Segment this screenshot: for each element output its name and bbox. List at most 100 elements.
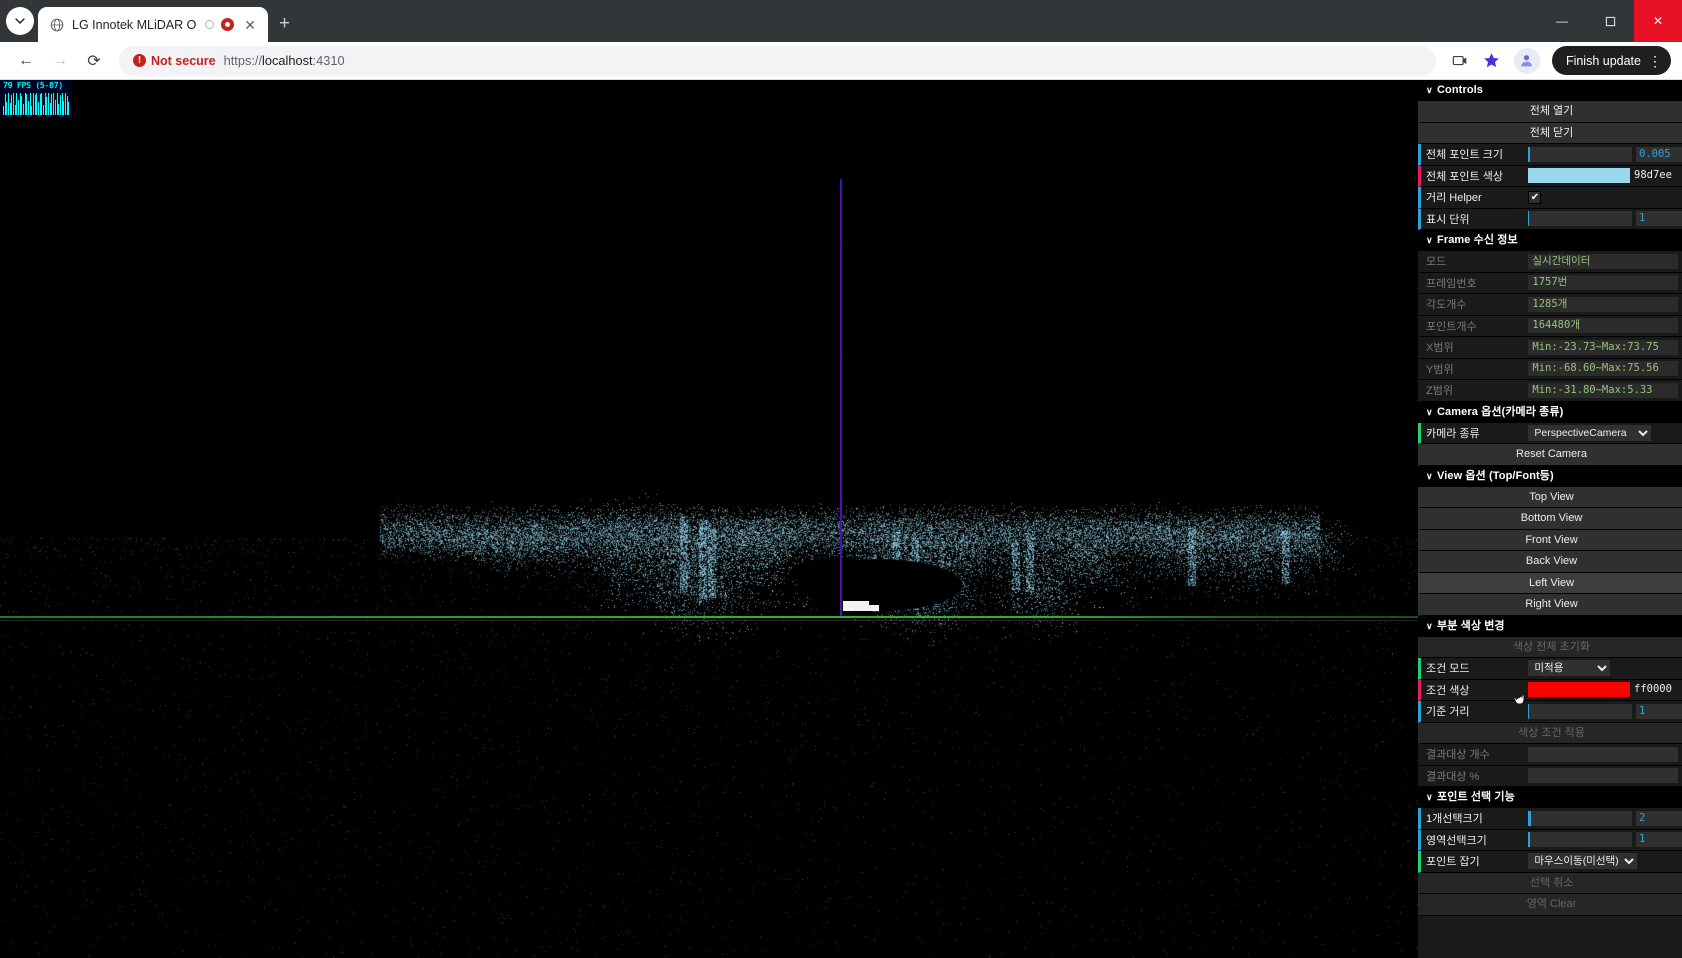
reload-button[interactable]: ⟳ — [79, 46, 109, 76]
close-window-button[interactable]: ✕ — [1634, 0, 1682, 42]
gui-slider-row-item[interactable]: 기준 거리 1 — [1418, 701, 1682, 723]
gui-select-row-item[interactable]: 포인트 잡기 마우스이동(미선택)1개선택영역선택 — [1418, 851, 1682, 873]
color-value[interactable]: ff0000 — [1634, 682, 1682, 697]
gui-control[interactable]: 1 — [1528, 209, 1682, 230]
gui-control[interactable]: 98d7ee — [1528, 166, 1682, 187]
gui-control[interactable]: 2 — [1528, 808, 1682, 829]
back-button[interactable]: ← — [11, 46, 41, 76]
fps-bar — [51, 94, 53, 115]
gui-color-row-item[interactable]: 조건 색상 ff0000 — [1418, 679, 1682, 701]
recording-indicator-icon[interactable] — [221, 18, 235, 31]
point-cloud-canvas[interactable] — [0, 80, 1418, 958]
fps-bar — [3, 106, 4, 115]
fps-stats-panel[interactable]: 79 FPS (5-87) — [0, 80, 72, 118]
slider-value[interactable]: 1 — [1636, 832, 1682, 848]
gui-control[interactable]: PerspectiveCameraOrthographicCamera — [1528, 423, 1682, 444]
gui-slider-row-1[interactable]: 1개선택크기 2 — [1418, 808, 1682, 830]
gui-control[interactable]: 1 — [1528, 701, 1682, 722]
gui-control[interactable]: ff0000 — [1528, 680, 1682, 701]
gui-label: 포인트개수 — [1426, 320, 1477, 333]
fps-bar — [29, 93, 31, 115]
browser-tab[interactable]: LG Innotek MLiDAR O ✕ — [38, 7, 268, 42]
forward-button[interactable]: → — [45, 46, 75, 76]
gui-control[interactable]: ✔ — [1528, 187, 1682, 208]
gui-button-item[interactable]: 색상 전체 초기화 — [1418, 636, 1682, 658]
gui-label: 전체 포인트 색상 — [1426, 170, 1503, 183]
gui-label: 기준 거리 — [1426, 706, 1470, 719]
gui-checkbox-row-helper[interactable]: 거리 Helper ✔ — [1418, 187, 1682, 209]
gui-color-row-item[interactable]: 전체 포인트 색상 98d7ee — [1418, 165, 1682, 187]
finish-update-button[interactable]: Finish update ⋮ — [1551, 46, 1671, 75]
select-item[interactable]: 마우스이동(미선택)1개선택영역선택 — [1528, 853, 1638, 870]
gui-slider-row-item[interactable]: 영역선택크기 1 — [1418, 829, 1682, 851]
gui-label: 모드 — [1426, 256, 1447, 269]
gui-button-right-view[interactable]: Right View — [1418, 594, 1682, 616]
slider-value[interactable]: 0.005 — [1636, 146, 1682, 162]
gui-section-camera[interactable]: ∨ Camera 옵션(카메라 종류) — [1418, 401, 1682, 423]
color-value[interactable]: 98d7ee — [1634, 168, 1682, 183]
finish-update-label: Finish update — [1565, 53, 1641, 68]
gui-slider-row-item[interactable]: 전체 포인트 크기 0.005 — [1418, 144, 1682, 166]
gui-control[interactable]: 미적용이상이하 — [1528, 658, 1682, 679]
gui-button-left-view[interactable]: Left View — [1418, 572, 1682, 594]
axis-distance-label — [843, 601, 879, 611]
cast-icon[interactable] — [1446, 47, 1474, 75]
fps-bar — [14, 105, 16, 115]
star-icon[interactable] — [1478, 47, 1506, 75]
select-item[interactable]: PerspectiveCameraOrthographicCamera — [1528, 424, 1652, 441]
gui-button-item[interactable]: 전체 열기 — [1418, 101, 1682, 123]
gui-button-item[interactable]: 색상 조건 적용 — [1418, 722, 1682, 744]
gui-button-top-view[interactable]: Top View — [1418, 486, 1682, 508]
chrome-menu-icon[interactable]: ⋮ — [1645, 54, 1665, 68]
gui-button-item[interactable]: 선택 취소 — [1418, 872, 1682, 894]
slider-value[interactable]: 1 — [1636, 211, 1682, 227]
gui-section-view-top-font[interactable]: ∨ View 옵션 (Top/Font등) — [1418, 465, 1682, 487]
gui-section-frame[interactable]: ∨ Frame 수신 정보 — [1418, 230, 1682, 251]
gui-button-front-view[interactable]: Front View — [1418, 529, 1682, 551]
new-tab-button[interactable]: + — [279, 14, 290, 33]
fps-bar — [49, 102, 51, 115]
slider-fill — [1528, 146, 1531, 162]
color-swatch[interactable] — [1528, 682, 1630, 698]
fps-bar — [53, 93, 54, 115]
slider-track[interactable] — [1528, 703, 1632, 719]
gui-control: Min:-31.80~Max:5.33 — [1528, 380, 1682, 401]
tab-close-button[interactable]: ✕ — [241, 16, 259, 34]
gui-button-back-view[interactable]: Back View — [1418, 551, 1682, 573]
maximize-button[interactable] — [1586, 0, 1634, 42]
checkbox-input[interactable]: ✔ — [1528, 190, 1542, 204]
gui-section-item[interactable]: ∨ 부분 색상 변경 — [1418, 615, 1682, 637]
gui-select-row-item[interactable]: 카메라 종류 PerspectiveCameraOrthographicCamer… — [1418, 422, 1682, 444]
slider-track[interactable] — [1528, 810, 1632, 826]
slider-track[interactable] — [1528, 211, 1632, 227]
slider-track[interactable] — [1528, 832, 1632, 848]
fps-bar — [19, 93, 21, 115]
gui-control[interactable]: 마우스이동(미선택)1개선택영역선택 — [1528, 851, 1682, 872]
gui-section-item[interactable]: ∨ 포인트 선택 기능 — [1418, 787, 1682, 808]
minimize-button[interactable]: — — [1538, 0, 1586, 42]
color-swatch[interactable] — [1528, 168, 1630, 184]
address-bar[interactable]: ! Not secure https://localhost:4310 — [119, 45, 1436, 76]
fps-bar — [33, 93, 34, 115]
slider-track[interactable] — [1528, 146, 1632, 162]
gui-button-reset-camera[interactable]: Reset Camera — [1418, 444, 1682, 466]
profile-avatar-icon[interactable] — [1513, 47, 1540, 74]
slider-value[interactable]: 2 — [1636, 810, 1682, 826]
tab-search-button[interactable] — [6, 7, 34, 35]
gui-slider-row-item[interactable]: 표시 단위 1 — [1418, 208, 1682, 230]
gui-button-bottom-view[interactable]: Bottom View — [1418, 508, 1682, 530]
select-item[interactable]: 미적용이상이하 — [1528, 660, 1611, 677]
fps-bar — [46, 97, 48, 115]
dat-gui-panel[interactable]: ∨ Controls 전체 열기 전체 닫기 전체 포인트 크기 0.005 전체 포인트 … — [1418, 80, 1682, 958]
fps-bar — [44, 93, 46, 115]
fps-stats-graph — [3, 93, 69, 115]
gui-button-clear[interactable]: 영역 Clear — [1418, 894, 1682, 916]
not-secure-badge[interactable]: ! Not secure — [133, 54, 216, 68]
gui-control[interactable]: 1 — [1528, 830, 1682, 851]
gui-section-controls[interactable]: ∨ Controls — [1418, 80, 1682, 101]
gui-button-item[interactable]: 전체 닫기 — [1418, 122, 1682, 144]
gui-control[interactable]: 0.005 — [1528, 144, 1682, 165]
slider-value[interactable]: 1 — [1636, 703, 1682, 719]
readonly-value: 1285개 — [1528, 296, 1678, 312]
gui-select-row-item[interactable]: 조건 모드 미적용이상이하 — [1418, 658, 1682, 680]
